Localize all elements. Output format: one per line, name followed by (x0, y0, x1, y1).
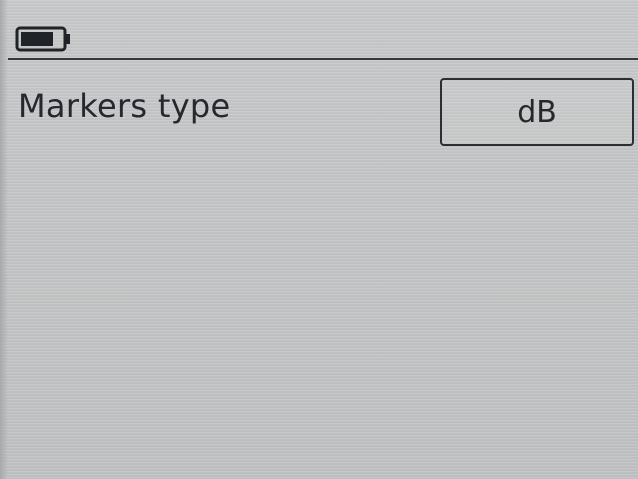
battery-icon (14, 24, 74, 54)
battery-fill (21, 32, 53, 46)
status-bar (8, 10, 638, 57)
markers-type-value: dB (517, 94, 557, 130)
setting-row-markers-type: Markers type dB (8, 78, 638, 150)
markers-type-label: Markers type (18, 87, 231, 125)
status-divider (8, 58, 638, 60)
screen-bezel-shadow (0, 0, 8, 479)
device-screen: Markers type dB (0, 0, 638, 479)
markers-type-value-button[interactable]: dB (440, 78, 634, 146)
